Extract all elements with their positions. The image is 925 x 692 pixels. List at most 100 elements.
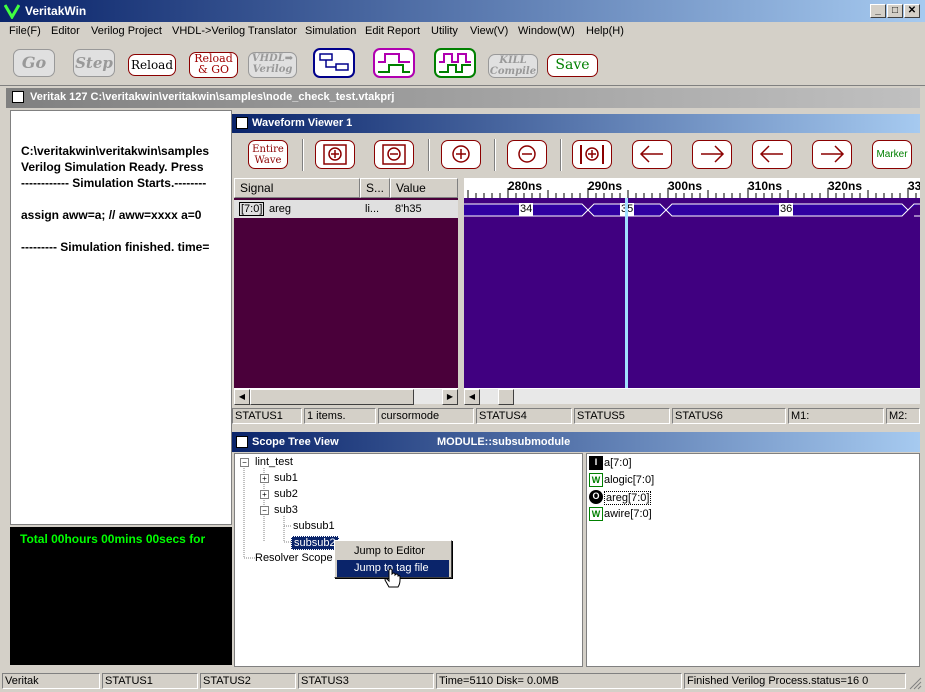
scroll-right-button[interactable] bbox=[692, 140, 732, 169]
resize-grip-icon[interactable] bbox=[908, 676, 922, 690]
waveform-multi-button[interactable] bbox=[434, 48, 476, 78]
scroll-left-arrow[interactable]: ◀ bbox=[234, 389, 250, 405]
zoom-in-icon bbox=[452, 145, 470, 163]
port-item[interactable]: alogic[7:0] bbox=[604, 474, 654, 486]
scroll-thumb[interactable] bbox=[498, 389, 514, 405]
hierarchy-button[interactable] bbox=[313, 48, 355, 78]
waveform-title: Waveform Viewer 1 bbox=[252, 117, 353, 129]
menu-window[interactable]: Window(W) bbox=[518, 25, 575, 37]
close-button[interactable]: ✕ bbox=[904, 4, 920, 18]
signal-port-list[interactable]: I a[7:0] W alogic[7:0] O areg[7:0] W awi… bbox=[586, 453, 920, 667]
col-value[interactable]: Value bbox=[390, 178, 458, 198]
waveform-scrollbar[interactable]: ◀ bbox=[464, 388, 920, 405]
step-button[interactable]: Step bbox=[73, 49, 115, 77]
marker-button[interactable]: Marker bbox=[872, 140, 912, 169]
prev-edge-button[interactable] bbox=[752, 140, 792, 169]
tree-node-sub2[interactable]: sub2 bbox=[274, 488, 298, 500]
minimize-button[interactable]: _ bbox=[870, 4, 886, 18]
wire-icon: W bbox=[589, 473, 603, 487]
menu-verilog-project[interactable]: Verilog Project bbox=[91, 25, 162, 37]
reload-go-button[interactable]: Reload & GO bbox=[189, 52, 238, 78]
kill-label-1: KILL bbox=[499, 55, 527, 66]
menu-edit-report[interactable]: Edit Report bbox=[365, 25, 420, 37]
zoom-in-area-button[interactable] bbox=[315, 140, 355, 169]
center-cursor-button[interactable] bbox=[572, 140, 612, 169]
input-port-icon: I bbox=[589, 456, 603, 470]
scroll-right-arrow[interactable]: ▶ bbox=[442, 389, 458, 405]
waveform-area[interactable]: 280ns 290ns 300ns 310ns 320ns 33 34 35 3… bbox=[464, 178, 920, 388]
next-edge-button[interactable] bbox=[812, 140, 852, 169]
tick-label: 280ns bbox=[508, 179, 543, 193]
tree-node-sub3[interactable]: sub3 bbox=[274, 504, 298, 516]
hierarchy-icon bbox=[319, 53, 349, 71]
kill-label-2: Compile bbox=[489, 66, 537, 77]
time-ruler[interactable]: 280ns 290ns 300ns 310ns 320ns 33 bbox=[464, 178, 920, 198]
scroll-left-button[interactable] bbox=[632, 140, 672, 169]
tree-node-subsub2[interactable]: subsub2 bbox=[291, 536, 339, 550]
tree-node-resolver-scope[interactable]: Resolver Scope bbox=[255, 552, 333, 564]
time-cursor[interactable] bbox=[625, 198, 628, 388]
vhdl-verilog-button[interactable]: VHDL➡ Verilog bbox=[248, 52, 297, 78]
arrow-right-icon bbox=[821, 145, 845, 163]
menu-utility[interactable]: Utility bbox=[431, 25, 458, 37]
document-icon bbox=[12, 91, 24, 103]
log-pane[interactable]: C:\veritakwin\veritakwin\samples Verilog… bbox=[10, 110, 232, 525]
expand-icon[interactable]: + bbox=[260, 490, 269, 499]
entire-wave-button[interactable]: Entire Wave bbox=[248, 140, 288, 169]
col-signal[interactable]: Signal bbox=[234, 178, 360, 198]
waveform-viewer-title[interactable]: Waveform Viewer 1 bbox=[232, 114, 920, 133]
project-window-title[interactable]: Veritak 127 C:\veritakwin\veritakwin\sam… bbox=[6, 88, 920, 108]
zoom-out-area-button[interactable] bbox=[374, 140, 414, 169]
signal-list[interactable]: [7:0] areg li... 8'h35 bbox=[234, 198, 458, 388]
signal-row[interactable]: [7:0] areg li... 8'h35 bbox=[234, 200, 458, 218]
menu-editor[interactable]: Editor bbox=[51, 25, 80, 37]
menu-view[interactable]: View(V) bbox=[470, 25, 508, 37]
tree-node-sub1[interactable]: sub1 bbox=[274, 472, 298, 484]
collapse-icon[interactable]: − bbox=[240, 458, 249, 467]
maximize-button[interactable]: □ bbox=[887, 4, 903, 18]
save-button[interactable]: Save bbox=[547, 54, 598, 77]
tick-label: 310ns bbox=[748, 179, 783, 193]
zoom-in-area-icon bbox=[323, 144, 347, 165]
waveform-status-bar: STATUS1 1 items. cursormode STATUS4 STAT… bbox=[232, 407, 920, 425]
tree-node-lint-test[interactable]: lint_test bbox=[255, 456, 293, 468]
scroll-left-arrow[interactable]: ◀ bbox=[464, 389, 480, 405]
signal-scrollbar[interactable]: ◀ ▶ bbox=[234, 388, 458, 405]
waveform-multi-icon bbox=[439, 53, 471, 73]
port-item[interactable]: a[7:0] bbox=[604, 457, 632, 469]
menu-help[interactable]: Help(H) bbox=[586, 25, 624, 37]
title-bar[interactable]: VeritakWin _ □ ✕ bbox=[0, 0, 925, 22]
expand-icon[interactable]: + bbox=[260, 474, 269, 483]
menu-simulation[interactable]: Simulation bbox=[305, 25, 356, 37]
separator bbox=[494, 139, 496, 171]
port-item[interactable]: areg[7:0] bbox=[604, 491, 652, 505]
zoom-out-button[interactable] bbox=[507, 140, 547, 169]
scroll-thumb[interactable] bbox=[250, 389, 414, 405]
col-s[interactable]: S... bbox=[360, 178, 390, 198]
menu-vhdl-translator[interactable]: VHDL->Verilog Translator bbox=[172, 25, 297, 37]
tick-label: 33 bbox=[908, 179, 920, 193]
go-button[interactable]: Go bbox=[13, 49, 55, 77]
collapse-icon[interactable]: − bbox=[260, 506, 269, 515]
status-cell: Finished Verilog Process.status=16 0 bbox=[684, 673, 906, 689]
tree-node-subsub1[interactable]: subsub1 bbox=[293, 520, 335, 532]
waveform-button[interactable] bbox=[373, 48, 415, 78]
log-line: Verilog Simulation Ready. Press bbox=[21, 160, 204, 174]
reload-button[interactable]: Reload bbox=[128, 54, 176, 76]
port-item[interactable]: awire[7:0] bbox=[604, 508, 652, 520]
status-cell: M1: bbox=[788, 408, 884, 424]
scope-title: Scope Tree View bbox=[252, 436, 339, 448]
console-text: Total 00hours 00mins 00secs for bbox=[20, 532, 206, 546]
status-cell: M2: bbox=[886, 408, 920, 424]
kill-compile-button[interactable]: KILL Compile bbox=[488, 54, 538, 78]
wire-icon: W bbox=[589, 507, 603, 521]
zoom-in-button[interactable] bbox=[441, 140, 481, 169]
module-name: MODULE::subsubmodule bbox=[437, 436, 571, 448]
jump-to-editor-menu-item[interactable]: Jump to Editor bbox=[337, 543, 449, 560]
menu-file[interactable]: File(F) bbox=[9, 25, 41, 37]
vhdl-label-1: VHDL➡ bbox=[251, 53, 294, 64]
scope-tree-title[interactable]: Scope Tree View MODULE::subsubmodule bbox=[232, 432, 920, 452]
status-cell: Time=5110 Disk= 0.0MB bbox=[436, 673, 682, 689]
console-pane[interactable]: Total 00hours 00mins 00secs for bbox=[10, 527, 232, 665]
waveform-toolbar: Entire Wave Marker bbox=[232, 133, 920, 177]
